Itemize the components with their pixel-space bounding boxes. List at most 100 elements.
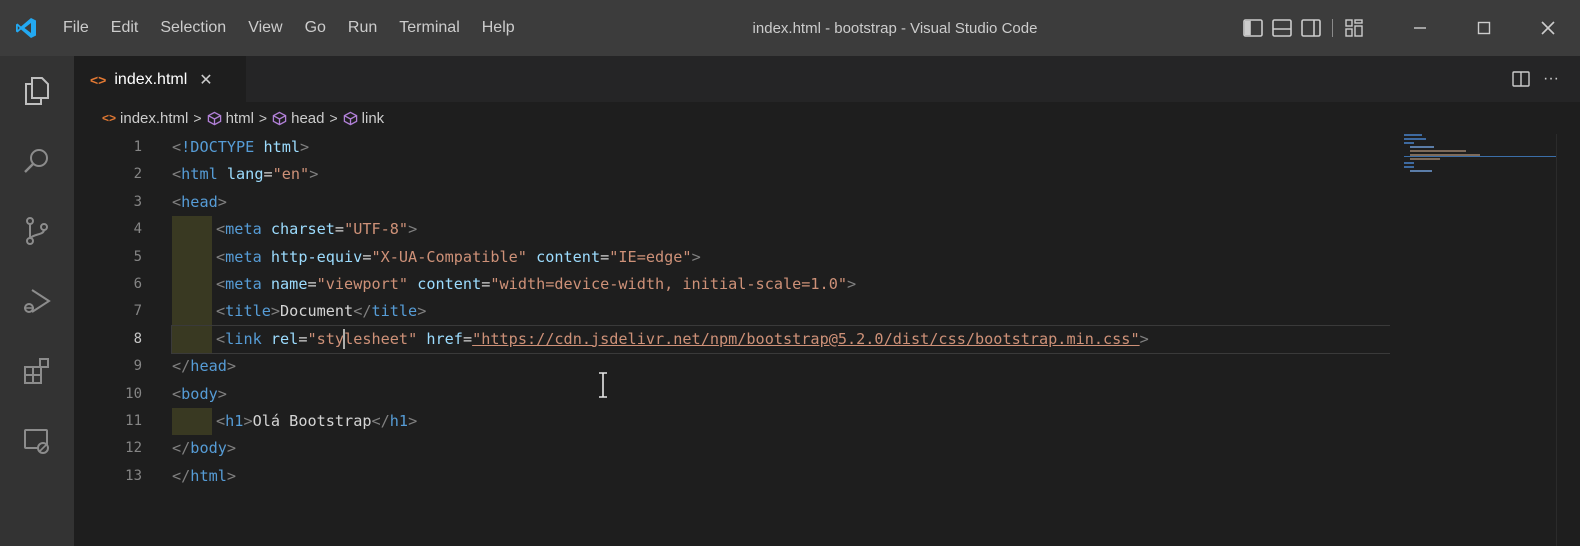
symbol-element-icon [343, 111, 358, 126]
line-number: 13 [125, 467, 142, 484]
search-icon[interactable] [0, 126, 74, 196]
run-and-debug-icon[interactable] [0, 266, 74, 336]
extensions-icon[interactable] [0, 336, 74, 406]
close-tab-icon[interactable]: ✕ [199, 70, 212, 90]
code-line: <html lang="en"> [172, 165, 319, 184]
window-title: index.html - bootstrap - Visual Studio C… [752, 19, 1038, 37]
symbol-element-icon [272, 111, 287, 126]
code-line: <meta charset="UTF-8"> [172, 216, 1390, 244]
separator [1332, 19, 1333, 37]
code-line: <meta http-equiv="X-UA-Compatible" conte… [172, 243, 1390, 271]
layout-controls [1240, 0, 1370, 56]
minimize-icon[interactable] [1388, 0, 1452, 56]
source-control-icon[interactable] [0, 196, 74, 266]
menu-go[interactable]: Go [294, 0, 337, 56]
string-token: "width=device-width, initial-scale=1.0" [490, 274, 847, 293]
minimap-line [1410, 146, 1434, 148]
line-number: 10 [125, 385, 142, 402]
split-editor-icon[interactable] [1506, 64, 1536, 94]
indent-guide [172, 243, 212, 271]
menu-view[interactable]: View [237, 0, 293, 56]
line-number: 6 [133, 275, 142, 292]
minimap-line [1404, 134, 1422, 136]
vscode-window: File Edit Selection View Go Run Terminal… [0, 0, 1580, 546]
breadcrumb-item-file[interactable]: <> index.html [102, 110, 188, 127]
indent-guide [172, 407, 212, 436]
symbol-element-icon [207, 111, 222, 126]
window-controls [1388, 0, 1580, 56]
line-number-active: 8 [133, 330, 142, 347]
code-line: <title>Document</title> [172, 298, 1390, 326]
title-bar: File Edit Selection View Go Run Terminal… [0, 0, 1580, 56]
doctype-token: !DOCTYPE html> [181, 138, 310, 156]
line-number: 2 [133, 166, 142, 183]
h1-text-token: Olá Bootstrap [252, 411, 372, 430]
maximize-icon[interactable] [1452, 0, 1516, 56]
menu-run[interactable]: Run [337, 0, 388, 56]
code-line: </body> [172, 439, 237, 458]
line-number: 3 [133, 193, 142, 210]
minimap-line [1404, 162, 1414, 164]
toggle-primary-sidebar-icon[interactable] [1240, 15, 1266, 41]
minimap[interactable] [1390, 134, 1556, 546]
breadcrumb-label: head [291, 109, 325, 127]
line-number: 9 [133, 358, 142, 375]
more-actions-icon[interactable]: ··· [1536, 64, 1566, 94]
code-line: <head> [172, 192, 227, 211]
string-token: "X-UA-Compatible" [371, 247, 527, 266]
indent-guide [172, 270, 212, 299]
vscode-logo-icon [0, 0, 52, 56]
minimap-line [1410, 158, 1440, 160]
tab-index-html[interactable]: <> index.html ✕ [74, 56, 246, 102]
menu-file[interactable]: File [52, 0, 100, 56]
breadcrumb-label: index.html [120, 109, 189, 127]
line-number: 7 [133, 303, 142, 320]
line-number-gutter: 1 2 3 4 5 6 7 8 9 10 11 12 13 [74, 134, 166, 490]
minimap-line [1404, 138, 1426, 140]
string-token: "en" [272, 165, 310, 184]
indent-guide [172, 325, 212, 354]
remote-explorer-icon[interactable] [0, 406, 74, 476]
breadcrumb-item-head[interactable]: head [272, 110, 324, 127]
breadcrumb: <> index.html > html > head > link [74, 102, 1580, 134]
vertical-scrollbar[interactable] [1556, 134, 1580, 546]
activity-bar [0, 56, 74, 546]
minimap-line [1404, 156, 1556, 157]
code-line: <body> [172, 384, 227, 403]
line-number: 1 [133, 139, 142, 155]
minimap-line [1410, 150, 1466, 152]
indent-guide [172, 298, 212, 326]
customize-layout-icon[interactable] [1341, 15, 1367, 41]
breadcrumb-item-link[interactable]: link [343, 110, 384, 127]
menu-selection[interactable]: Selection [149, 0, 237, 56]
string-token: "IE=edge" [609, 247, 692, 266]
toggle-secondary-sidebar-icon[interactable] [1298, 15, 1324, 41]
breadcrumb-item-html[interactable]: html [207, 110, 254, 127]
code-line: <meta name="viewport" content="width=dev… [172, 270, 1390, 299]
line-number: 11 [125, 412, 142, 429]
code-line-current: <link rel="stylesheet" href="https://cdn… [171, 324, 1391, 355]
line-number: 5 [133, 248, 142, 265]
line-number: 4 [133, 221, 142, 238]
string-token: "viewport" [316, 274, 409, 293]
close-window-icon[interactable] [1516, 0, 1580, 56]
indent-guide [172, 216, 212, 244]
menu-help[interactable]: Help [471, 0, 526, 56]
code-editor[interactable]: 1 2 3 4 5 6 7 8 9 10 11 12 13 <!DOCTYPE … [74, 134, 1391, 546]
line-number: 12 [125, 440, 142, 457]
code-line: <!DOCTYPE html> [172, 138, 310, 156]
menu-bar: File Edit Selection View Go Run Terminal… [52, 0, 526, 56]
chevron-right-icon: > [193, 110, 202, 126]
menu-terminal[interactable]: Terminal [388, 0, 470, 56]
code-line: </html> [172, 466, 237, 485]
breadcrumb-label: html [225, 109, 254, 127]
tab-label: index.html [114, 70, 188, 88]
menu-edit[interactable]: Edit [100, 0, 150, 56]
tab-strip: <> index.html ✕ ··· [74, 56, 1580, 102]
code-lines: <!DOCTYPE html> <html lang="en"> <head> … [171, 134, 1391, 490]
minimap-line [1404, 142, 1414, 144]
url-link-token[interactable]: "https://cdn.jsdelivr.net/npm/bootstrap@… [472, 330, 1140, 348]
explorer-icon[interactable] [0, 56, 74, 126]
chevron-right-icon: > [329, 110, 338, 126]
toggle-panel-icon[interactable] [1269, 15, 1295, 41]
